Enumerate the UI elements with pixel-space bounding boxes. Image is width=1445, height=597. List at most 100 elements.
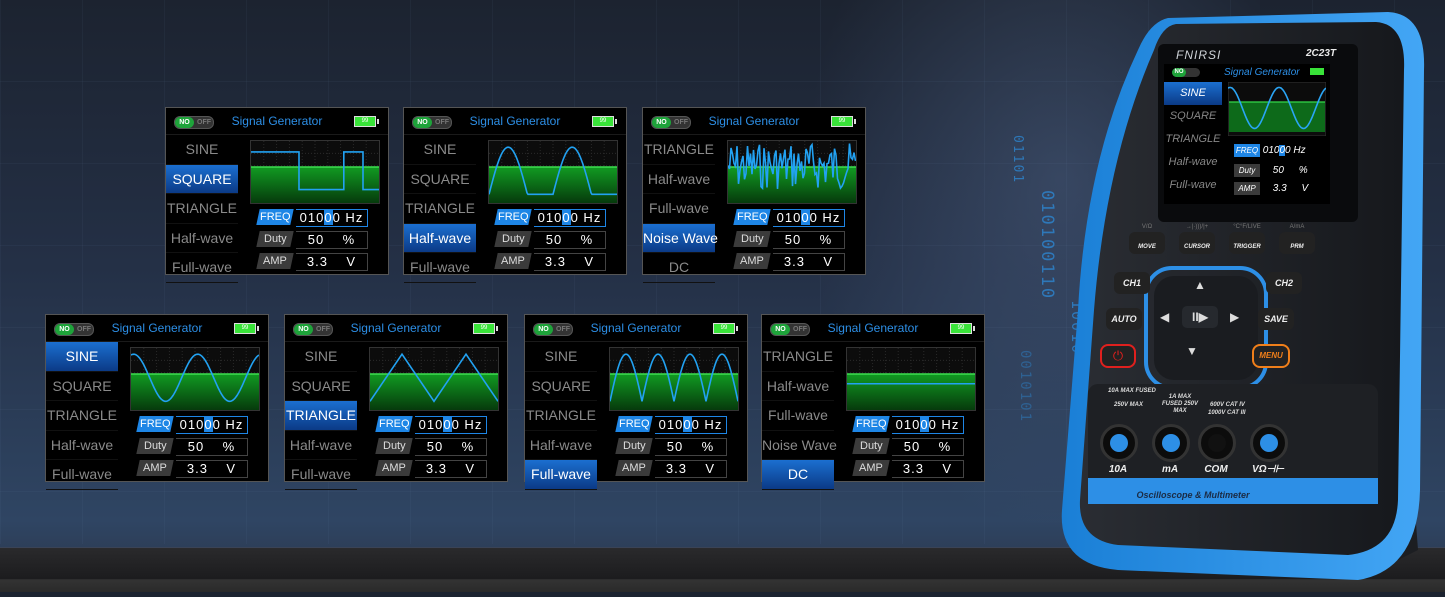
waveform-option[interactable]: Full-wave [46, 460, 118, 490]
device-waveform-option[interactable]: SQUARE [1164, 105, 1222, 128]
output-toggle[interactable]: NO [1172, 68, 1200, 77]
freq-row[interactable]: FREQ 01000 Hz [494, 209, 606, 227]
amp-value[interactable]: 3.3 V [892, 460, 964, 478]
waveform-option[interactable]: SINE [285, 342, 357, 372]
amp-value[interactable]: 3.3 V [655, 460, 727, 478]
duty-row[interactable]: Duty 50 % [136, 438, 248, 456]
waveform-option[interactable]: SINE [404, 135, 476, 165]
freq-row[interactable]: FREQ 01000 Hz [256, 209, 368, 227]
amp-row[interactable]: AMP 3.3 V [494, 253, 606, 271]
amp-row[interactable]: AMP 3.3 V [733, 253, 845, 271]
waveform-option[interactable]: Noise Wave [643, 223, 718, 253]
duty-row[interactable]: Duty 50 % [375, 438, 487, 456]
input-jack-3[interactable] [1250, 424, 1288, 462]
waveform-option[interactable]: SQUARE [525, 372, 597, 401]
waveform-option[interactable]: SQUARE [285, 372, 357, 401]
duty-value[interactable]: 50 % [655, 438, 727, 456]
save-button[interactable]: SAVE [1258, 308, 1294, 330]
freq-value[interactable]: 01000 Hz [534, 209, 606, 227]
waveform-option[interactable]: Full-wave [166, 253, 238, 283]
power-button[interactable]: ⏻ [1100, 344, 1136, 368]
duty-row[interactable]: Duty 50 % [852, 438, 964, 456]
duty-row[interactable]: Duty 50 % [733, 231, 845, 249]
waveform-option[interactable]: Full-wave [643, 194, 715, 224]
duty-value[interactable]: 50 % [892, 438, 964, 456]
waveform-option[interactable]: Half-wave [762, 372, 834, 401]
waveform-option[interactable]: Half-wave [404, 223, 476, 253]
auto-button[interactable]: AUTO [1106, 308, 1142, 330]
amp-value[interactable]: 3.3 V [296, 253, 368, 271]
waveform-option[interactable]: SQUARE [46, 372, 118, 401]
amp-value[interactable]: 3.3 V [534, 253, 606, 271]
duty-value[interactable]: 50 % [773, 231, 845, 249]
amp-value[interactable]: 3.3 V [415, 460, 487, 478]
waveform-option[interactable]: SINE [46, 342, 118, 372]
waveform-option[interactable]: SINE [525, 342, 597, 372]
waveform-option[interactable]: Full-wave [525, 460, 597, 490]
duty-row[interactable]: Duty 50 % [494, 231, 606, 249]
waveform-option[interactable]: Half-wave [525, 431, 597, 460]
duty-row[interactable]: Duty 50 % [615, 438, 727, 456]
amp-row[interactable]: AMP 3.3 V [615, 460, 727, 478]
amp-value[interactable]: 3.3 V [176, 460, 248, 478]
amp-row[interactable]: AMP 3.3 V [375, 460, 487, 478]
function-button-trigger[interactable]: °C°F/LIVE TRIGGER [1224, 224, 1270, 254]
freq-value[interactable]: 01000 Hz [415, 416, 487, 434]
waveform-option[interactable]: TRIANGLE [643, 135, 715, 165]
amp-row[interactable]: AMP 3.3 V [256, 253, 368, 271]
function-button-cursor[interactable]: →|·)))/|+ CURSOR [1174, 224, 1220, 254]
waveform-option[interactable]: TRIANGLE [46, 401, 118, 431]
freq-value[interactable]: 01000 Hz [655, 416, 727, 434]
freq-row[interactable]: FREQ 01000 Hz [136, 416, 248, 434]
device-waveform-option[interactable]: Full-wave [1164, 174, 1222, 197]
dpad-left-button[interactable]: ◀ [1160, 310, 1169, 324]
freq-row[interactable]: FREQ 01000 Hz [375, 416, 487, 434]
waveform-option[interactable]: DC [643, 253, 715, 283]
waveform-option[interactable]: Half-wave [285, 431, 357, 460]
waveform-option[interactable]: TRIANGLE [285, 401, 357, 431]
waveform-option[interactable]: SQUARE [166, 164, 238, 194]
waveform-option[interactable]: DC [762, 460, 834, 490]
run-pause-button[interactable]: II▶ [1182, 306, 1218, 328]
freq-value[interactable]: 01000 Hz [176, 416, 248, 434]
function-button-prm[interactable]: A/mA PRM [1274, 224, 1320, 254]
amp-value[interactable]: 3.3 V [773, 253, 845, 271]
dpad-right-button[interactable]: ▶ [1230, 310, 1239, 324]
waveform-option[interactable]: TRIANGLE [166, 194, 238, 224]
duty-value[interactable]: 50 % [176, 438, 248, 456]
waveform-option[interactable]: TRIANGLE [525, 401, 597, 431]
input-jack-1[interactable] [1152, 424, 1190, 462]
device-waveform-option[interactable]: TRIANGLE [1164, 128, 1222, 151]
amp-row[interactable]: AMP 3.3 V [852, 460, 964, 478]
ch1-button[interactable]: CH1 [1114, 272, 1150, 294]
waveform-option[interactable]: Half-wave [643, 165, 715, 194]
waveform-option[interactable]: TRIANGLE [762, 342, 834, 372]
waveform-option[interactable]: Full-wave [285, 460, 357, 490]
input-jack-0[interactable] [1100, 424, 1138, 462]
freq-row[interactable]: FREQ 01000 Hz [733, 209, 845, 227]
freq-value[interactable]: 01000 Hz [296, 209, 368, 227]
duty-value[interactable]: 50 % [296, 231, 368, 249]
duty-value[interactable]: 50 % [534, 231, 606, 249]
menu-button[interactable]: MENU [1252, 344, 1290, 368]
duty-value[interactable]: 50 % [415, 438, 487, 456]
waveform-option[interactable]: Half-wave [46, 431, 118, 460]
dpad-down-button[interactable]: ▼ [1186, 344, 1198, 358]
waveform-option[interactable]: Full-wave [404, 253, 476, 283]
waveform-option[interactable]: Full-wave [762, 401, 834, 431]
freq-value[interactable]: 01000 Hz [892, 416, 964, 434]
waveform-option[interactable]: Noise Wave [762, 431, 837, 460]
device-waveform-option[interactable]: Half-wave [1164, 151, 1222, 174]
device-duty-row[interactable]: Duty 50 % [1234, 164, 1320, 177]
freq-row[interactable]: FREQ 01000 Hz [615, 416, 727, 434]
input-jack-2[interactable] [1198, 424, 1236, 462]
function-button-move[interactable]: V/Ω MOVE [1124, 224, 1170, 254]
duty-row[interactable]: Duty 50 % [256, 231, 368, 249]
waveform-option[interactable]: SQUARE [404, 165, 476, 194]
device-freq-row[interactable]: FREQ 01000 Hz [1234, 144, 1320, 157]
waveform-option[interactable]: SINE [166, 135, 238, 165]
waveform-option[interactable]: Half-wave [166, 224, 238, 253]
device-amp-row[interactable]: AMP 3.3 V [1234, 182, 1320, 195]
freq-row[interactable]: FREQ 01000 Hz [852, 416, 964, 434]
dpad-up-button[interactable]: ▲ [1194, 278, 1206, 292]
